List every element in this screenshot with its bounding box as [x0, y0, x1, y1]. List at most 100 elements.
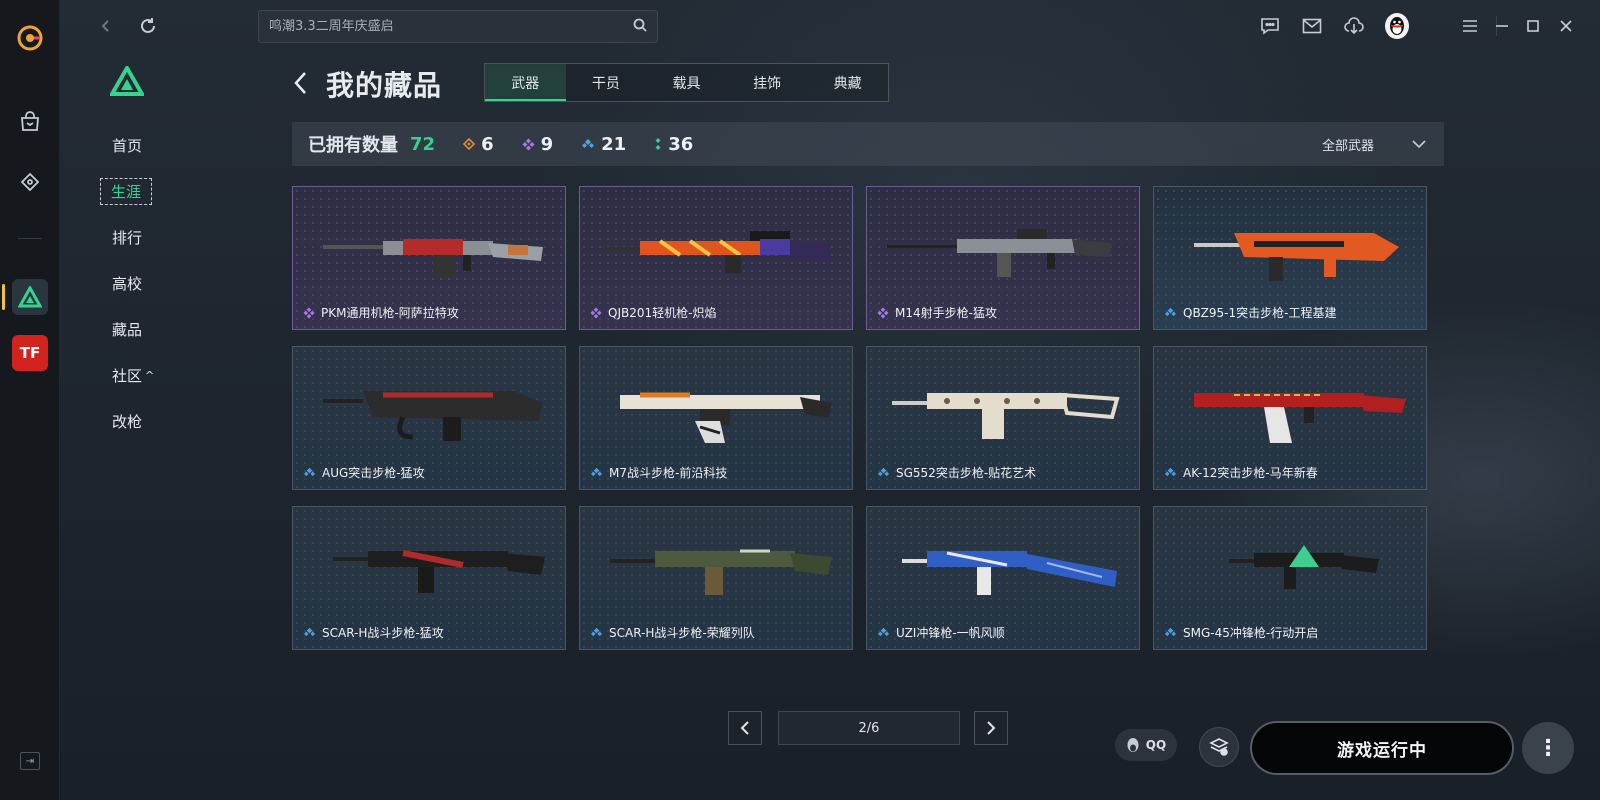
weapon-name: QBZ95-1突击步枪-工程基建	[1183, 306, 1337, 320]
search-icon[interactable]	[633, 17, 647, 36]
rarity-green: 36	[654, 134, 693, 155]
weapon-card[interactable]: SG552突击步枪-贴花艺术	[866, 346, 1140, 490]
weapon-pkm-image	[323, 239, 543, 277]
purple-rarity-icon	[877, 306, 889, 319]
sidenav-item-college[interactable]: 高校	[100, 260, 180, 306]
sidenav-item-career[interactable]: 生涯	[100, 168, 180, 214]
menu-icon[interactable]	[1458, 14, 1482, 38]
rail-game-delta-force[interactable]	[0, 275, 60, 319]
weapon-card[interactable]: QJB201轻机枪-炽焰	[579, 186, 853, 330]
tf-game-text: TF	[19, 344, 41, 362]
qq-status-button[interactable]: QQ	[1115, 729, 1177, 761]
page-back-icon[interactable]	[292, 70, 308, 100]
prev-page-button[interactable]	[728, 711, 762, 745]
weapon-label: M7战斗步枪-前沿科技	[590, 464, 727, 481]
weapon-name: SCAR-H战斗步枪-猛攻	[322, 626, 444, 640]
weapon-name: QJB201轻机枪-炽焰	[608, 306, 717, 320]
sidenav-item-home[interactable]: 首页	[100, 122, 180, 168]
weapon-card[interactable]: AK-12突击步枪-马年新春	[1153, 346, 1427, 490]
weapon-card[interactable]: SMG-45冲锋枪-行动开启	[1153, 506, 1427, 650]
mail-icon[interactable]	[1300, 14, 1324, 38]
weapon-uzi-image	[902, 551, 1117, 595]
rarity-gold: 6	[463, 134, 494, 155]
launch-options-button[interactable]	[1199, 727, 1239, 767]
weapon-label: SCAR-H战斗步枪-荣耀列队	[590, 624, 755, 641]
blue-rarity-icon	[590, 627, 603, 638]
next-page-button[interactable]	[974, 711, 1008, 745]
rarity-blue: 21	[581, 134, 626, 155]
owned-count: 72	[410, 133, 436, 155]
download-icon[interactable]	[1342, 14, 1366, 38]
collapse-sidebar-icon[interactable]: ⇥	[20, 752, 40, 770]
weapon-label: SMG-45冲锋枪-行动开启	[1164, 624, 1318, 641]
tab-vehicles[interactable]: 载具	[646, 64, 727, 101]
close-icon[interactable]	[1554, 14, 1578, 38]
chevron-down-icon	[1412, 140, 1426, 148]
weapon-qbz95-image	[1194, 233, 1399, 281]
weapon-card[interactable]: UZI冲锋枪-一帆风顺	[866, 506, 1140, 650]
sidenav-item-collection[interactable]: 藏品	[100, 306, 180, 352]
blue-rarity-icon	[590, 467, 603, 478]
blue-rarity-icon	[877, 467, 890, 478]
weapon-label: QJB201轻机枪-炽焰	[590, 304, 716, 321]
rarity-count: 36	[668, 133, 694, 155]
weapon-card[interactable]: AUG突击步枪-猛攻	[292, 346, 566, 490]
left-rail: TF ⇥	[0, 0, 60, 800]
weapon-name: SG552突击步枪-贴花艺术	[896, 466, 1037, 480]
weapon-label: AUG突击步枪-猛攻	[303, 464, 425, 481]
back-nav-icon[interactable]	[94, 14, 118, 38]
sidenav-item-community[interactable]: 社区 ^	[100, 352, 180, 398]
search-input[interactable]	[269, 19, 633, 34]
tab-weapons[interactable]: 武器	[485, 64, 566, 101]
chevron-left-icon	[740, 721, 749, 735]
qq-penguin-icon	[1127, 738, 1139, 752]
weapon-card[interactable]: M7战斗步枪-前沿科技	[579, 346, 853, 490]
chevron-up-icon: ^	[145, 368, 155, 382]
game-running-button[interactable]: 游戏运行中	[1250, 721, 1514, 775]
weapon-sg552-image	[892, 392, 1120, 439]
rarity-count: 21	[601, 133, 627, 155]
weapon-card[interactable]: M14射手步枪-猛攻	[866, 186, 1140, 330]
delta-force-icon	[12, 279, 48, 315]
chevron-right-icon	[987, 721, 996, 735]
tab-charms[interactable]: 挂饰	[727, 64, 808, 101]
qq-penguin-icon	[1385, 13, 1409, 39]
more-options-icon[interactable]: ⋮	[1522, 722, 1574, 774]
weapon-label: AK-12突击步枪-马年新春	[1164, 464, 1318, 481]
sidenav-item-ranking[interactable]: 排行	[100, 214, 180, 260]
weapon-card[interactable]: QBZ95-1突击步枪-工程基建	[1153, 186, 1427, 330]
weapon-scarh-assault-image	[333, 550, 545, 593]
weapon-card[interactable]: SCAR-H战斗步枪-猛攻	[292, 506, 566, 650]
weapon-filter-dropdown[interactable]: 全部武器	[1322, 122, 1426, 166]
maximize-icon[interactable]	[1521, 14, 1545, 38]
sidenav-label: 改枪	[112, 412, 143, 431]
search-bar[interactable]	[258, 10, 658, 43]
weapon-name: SCAR-H战斗步枪-荣耀列队	[609, 626, 755, 640]
minimize-icon[interactable]	[1490, 14, 1514, 38]
blue-rarity-icon	[303, 627, 316, 638]
store-bag-icon[interactable]	[0, 100, 60, 144]
page-indicator: 2/6	[778, 711, 960, 745]
weapon-card[interactable]: PKM通用机枪-阿萨拉特攻	[292, 186, 566, 330]
tab-collection[interactable]: 典藏	[807, 64, 888, 101]
rail-divider	[18, 238, 42, 239]
purple-rarity-icon	[303, 306, 315, 319]
sidenav-item-gunsmith[interactable]: 改枪	[100, 398, 180, 444]
weapon-aug-image	[323, 391, 543, 441]
weapon-name: PKM通用机枪-阿萨拉特攻	[321, 306, 459, 320]
client-logo-icon[interactable]	[0, 16, 60, 60]
layers-icon	[1209, 738, 1229, 756]
game-library-icon[interactable]	[0, 160, 60, 204]
sidenav-label: 生涯	[100, 177, 153, 205]
refresh-icon[interactable]	[136, 14, 160, 38]
chat-icon[interactable]	[1258, 14, 1282, 38]
rail-game-tf[interactable]: TF	[0, 331, 60, 375]
weapon-card[interactable]: SCAR-H战斗步枪-荣耀列队	[579, 506, 853, 650]
delta-force-logo-icon	[108, 63, 146, 100]
tab-operators[interactable]: 干员	[566, 64, 647, 101]
weapon-name: AK-12突击步枪-马年新春	[1183, 466, 1318, 480]
blue-rarity-icon	[1164, 307, 1177, 318]
weapon-name: SMG-45冲锋枪-行动开启	[1183, 626, 1319, 640]
user-avatar[interactable]	[1385, 13, 1409, 39]
sidenav-label: 社区	[112, 366, 143, 385]
